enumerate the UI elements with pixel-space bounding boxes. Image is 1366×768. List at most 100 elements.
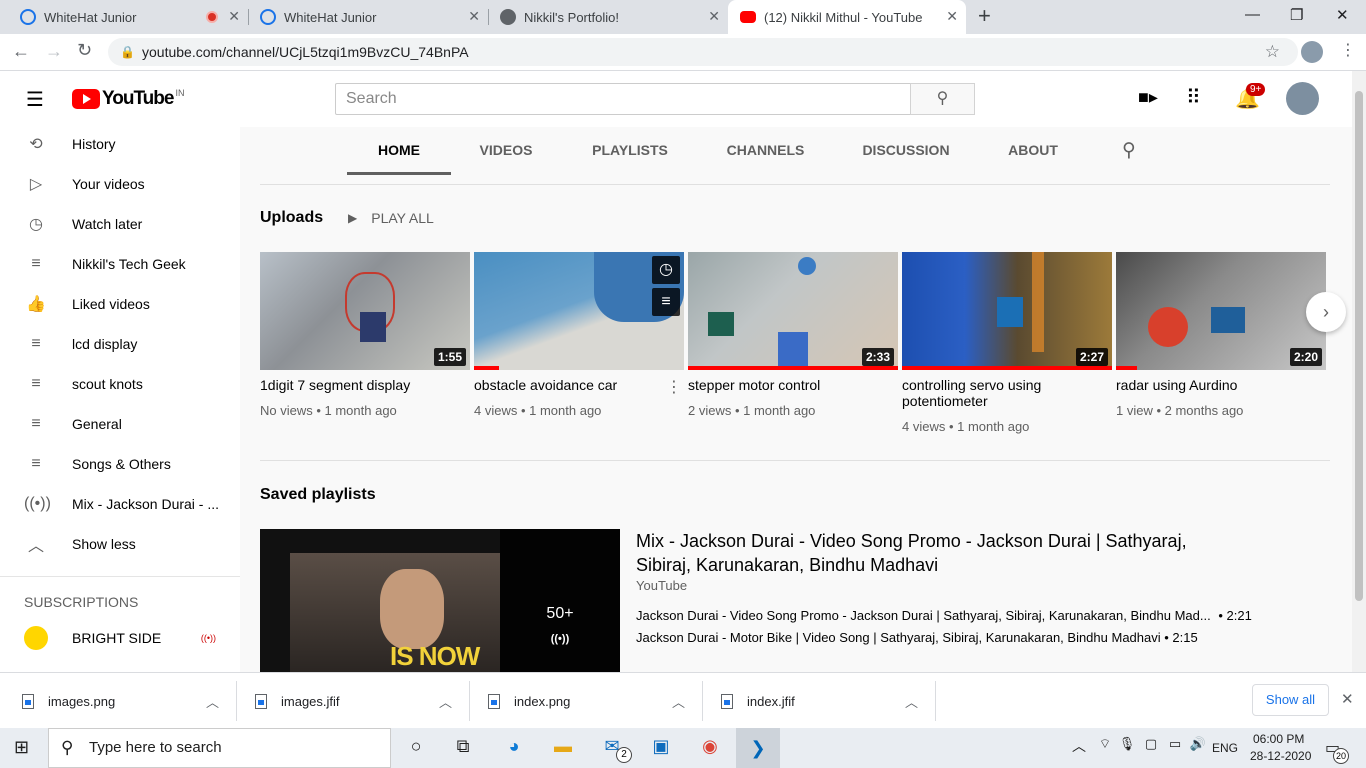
- playlist-icon: ≡: [31, 255, 41, 272]
- apps-grid-icon[interactable]: ⠿: [1186, 85, 1201, 110]
- vscode-icon[interactable]: ❯: [736, 728, 780, 768]
- play-all-button[interactable]: ▶ PLAY ALL: [348, 210, 434, 226]
- hamburger-menu-icon[interactable]: ☰: [26, 87, 44, 112]
- video-thumbnail[interactable]: 2:20: [1116, 252, 1326, 370]
- browser-tab[interactable]: WhiteHat Junior ✕: [248, 0, 488, 34]
- add-to-queue-icon[interactable]: ≡: [652, 288, 680, 316]
- tab-discussion[interactable]: DISCUSSION: [859, 127, 953, 175]
- browser-tab[interactable]: WhiteHat Junior ✕: [8, 0, 248, 34]
- chevron-up-icon[interactable]: ︿: [1066, 736, 1092, 760]
- windows-start-icon[interactable]: ⊞: [14, 737, 29, 758]
- sidebar-item-history[interactable]: ⟲ History: [0, 124, 240, 164]
- close-window-icon[interactable]: ✕: [1336, 6, 1349, 24]
- edge-icon[interactable]: ◕: [501, 736, 527, 760]
- store-icon[interactable]: ▣: [648, 736, 674, 760]
- sidebar-item-playlist[interactable]: ≡ scout knots: [0, 364, 240, 404]
- uploads-heading[interactable]: Uploads: [260, 209, 323, 227]
- download-item[interactable]: index.jfif ︿: [721, 673, 921, 729]
- task-view-icon[interactable]: ⧉: [450, 736, 476, 760]
- video-title[interactable]: controlling servo using potentiometer: [902, 377, 1112, 409]
- microphone-icon[interactable]: 🎙: [1114, 736, 1140, 760]
- video-menu-icon[interactable]: ⋮: [666, 377, 682, 397]
- download-item[interactable]: images.jfif ︿: [255, 673, 455, 729]
- display-icon[interactable]: ▢: [1138, 736, 1164, 760]
- show-all-button[interactable]: Show all: [1252, 684, 1329, 716]
- watch-later-icon[interactable]: ◷: [652, 256, 680, 284]
- taskbar-search-input[interactable]: ⚲ Type here to search: [48, 728, 391, 768]
- subscription-item[interactable]: BRIGHT SIDE ((•)): [0, 618, 240, 658]
- chrome-icon[interactable]: ◉: [697, 736, 723, 760]
- file-explorer-icon[interactable]: ▬: [550, 736, 576, 760]
- clock-date[interactable]: 28-12-2020: [1250, 749, 1311, 763]
- profile-avatar[interactable]: [1301, 41, 1323, 63]
- download-filename: images.jfif: [281, 693, 340, 709]
- sidebar-item-playlist[interactable]: ≡ General: [0, 404, 240, 444]
- search-button[interactable]: ⚲: [910, 83, 975, 115]
- sidebar-item-playlist[interactable]: ≡ Nikkil's Tech Geek: [0, 244, 240, 284]
- video-thumbnail[interactable]: 2:27: [902, 252, 1112, 370]
- close-tab-icon[interactable]: ✕: [228, 8, 240, 25]
- close-downloads-icon[interactable]: ✕: [1341, 690, 1354, 708]
- sidebar-item-playlist[interactable]: ≡ Songs & Others: [0, 444, 240, 484]
- video-title[interactable]: 1digit 7 segment display: [260, 377, 470, 393]
- video-thumbnail[interactable]: ◷ ≡: [474, 252, 684, 370]
- clock-time[interactable]: 06:00 PM: [1253, 732, 1304, 746]
- cortana-icon[interactable]: ○: [403, 736, 429, 760]
- youtube-logo[interactable]: YouTube IN: [72, 88, 184, 110]
- tab-videos[interactable]: VIDEOS: [471, 127, 541, 175]
- browser-tab[interactable]: Nikkil's Portfolio! ✕: [488, 0, 728, 34]
- maximize-icon[interactable]: ❐: [1290, 6, 1303, 24]
- chevron-up-icon[interactable]: ︿: [672, 692, 685, 711]
- playlist-channel[interactable]: YouTube: [636, 578, 687, 593]
- playlist-entry[interactable]: Jackson Durai - Video Song Promo - Jacks…: [636, 608, 1252, 623]
- new-tab-button[interactable]: +: [978, 3, 991, 29]
- video-thumbnail[interactable]: 1:55: [260, 252, 470, 370]
- chevron-up-icon[interactable]: ︿: [206, 692, 219, 711]
- sidebar-item-mix[interactable]: ((•)) Mix - Jackson Durai - ...: [0, 484, 240, 524]
- language-indicator[interactable]: ENG: [1212, 741, 1238, 755]
- address-bar[interactable]: 🔒 youtube.com/channel/UCjL5tzqi1m9BvzCU_…: [108, 38, 1298, 66]
- forward-arrow-icon[interactable]: →: [45, 41, 63, 62]
- video-title[interactable]: radar using Aurdino: [1116, 377, 1326, 393]
- sidebar-item-liked-videos[interactable]: 👍 Liked videos: [0, 284, 240, 324]
- create-video-icon[interactable]: ■▸: [1138, 87, 1158, 108]
- tab-playlists[interactable]: PLAYLISTS: [586, 127, 674, 175]
- sidebar-item-label: Show less: [72, 536, 136, 552]
- browser-tab-active[interactable]: (12) Nikkil Mithul - YouTube ✕: [728, 0, 966, 34]
- account-avatar[interactable]: [1286, 82, 1319, 115]
- tab-home[interactable]: HOME: [347, 127, 451, 175]
- video-title[interactable]: stepper motor control: [688, 377, 898, 393]
- sidebar-item-show-less[interactable]: ︿ Show less: [0, 524, 240, 564]
- chevron-up-icon[interactable]: ︿: [439, 692, 452, 711]
- playlist-thumbnail[interactable]: IS NOW 50+ ((•)): [260, 529, 620, 672]
- back-arrow-icon[interactable]: ←: [12, 41, 30, 62]
- tab-channels[interactable]: CHANNELS: [723, 127, 808, 175]
- next-arrow-button[interactable]: ›: [1306, 292, 1346, 332]
- playlist-title[interactable]: Mix - Jackson Durai - Video Song Promo -…: [636, 529, 1246, 577]
- menu-dots-icon[interactable]: ⋮: [1340, 40, 1356, 60]
- channel-search-icon[interactable]: ⚲: [1122, 139, 1136, 162]
- scrollbar-thumb[interactable]: [1355, 91, 1363, 601]
- chevron-up-icon[interactable]: ︿: [905, 692, 918, 711]
- search-input[interactable]: Search: [335, 83, 911, 115]
- sidebar-item-watch-later[interactable]: ◷ Watch later: [0, 204, 240, 244]
- reload-icon[interactable]: ↻: [77, 40, 92, 61]
- sidebar-item-playlist[interactable]: ≡ lcd display: [0, 324, 240, 364]
- video-thumbnail[interactable]: 2:33: [688, 252, 898, 370]
- minimize-icon[interactable]: —: [1245, 6, 1260, 23]
- tab-about[interactable]: ABOUT: [1003, 127, 1063, 175]
- close-tab-icon[interactable]: ✕: [946, 8, 958, 25]
- close-tab-icon[interactable]: ✕: [708, 8, 720, 25]
- page-scrollbar[interactable]: [1352, 71, 1366, 672]
- sidebar-item-label: Liked videos: [72, 296, 150, 312]
- lock-icon: 🔒: [120, 45, 135, 59]
- download-item[interactable]: index.png ︿: [488, 673, 688, 729]
- video-title[interactable]: obstacle avoidance car: [474, 377, 684, 393]
- download-item[interactable]: images.png ︿: [22, 673, 222, 729]
- close-tab-icon[interactable]: ✕: [468, 8, 480, 25]
- star-bookmark-icon[interactable]: ☆: [1265, 38, 1280, 66]
- sidebar-item-your-videos[interactable]: ▷ Your videos: [0, 164, 240, 204]
- playlist-entry[interactable]: Jackson Durai - Motor Bike | Video Song …: [636, 630, 1198, 645]
- volume-icon[interactable]: 🔊: [1185, 736, 1211, 760]
- sidebar-item-label: Watch later: [72, 216, 143, 232]
